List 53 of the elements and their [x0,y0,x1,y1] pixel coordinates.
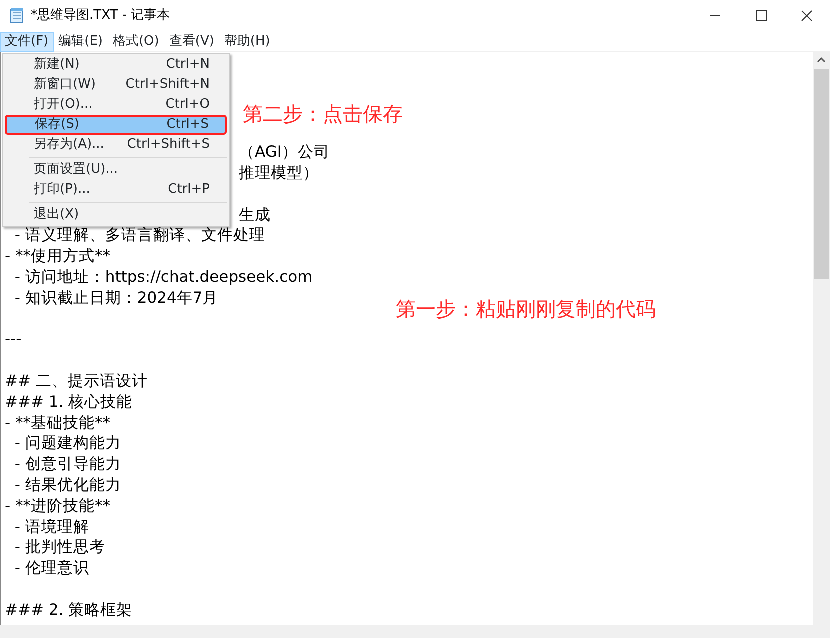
text-line: ## 二、提示语设计 [5,372,148,390]
text-line: 推理模型） [239,164,319,182]
shortcut-label: Ctrl+Shift+N [126,76,210,94]
menu-item-label: 新窗口(W) [34,76,96,94]
text-line: 生成 [239,206,271,224]
text-line: --- [5,330,22,348]
menu-item[interactable]: 新窗口(W) Ctrl+Shift+N [5,75,227,95]
shortcut-label: Ctrl+S [166,116,209,134]
menu-item[interactable]: 查看(V) [164,32,220,52]
text-line: - 知识截止日期：2024年7月 [14,288,219,307]
text-line: - 批判性思考 [14,538,106,556]
menu-item[interactable]: 退出(X) [5,205,227,225]
text-line: ### 2. 策略框架 [5,600,133,619]
menu-item[interactable]: 另存为(A)... Ctrl+Shift+S [5,135,227,155]
menu-item[interactable]: 文件(F) [0,32,54,52]
text-line: - **基础技能** [5,414,111,432]
menu-item[interactable]: 格式(O) [108,32,164,52]
text-line: - 访问地址：https://chat.deepseek.com [14,268,313,286]
menu-item[interactable]: 新建(N) Ctrl+N [5,55,227,75]
text-line: - 创意引导能力 [14,455,122,474]
menu-item-label: 保存(S) [35,116,80,134]
vertical-scrollbar[interactable] [813,52,830,625]
menu-item-label: 退出(X) [34,206,80,224]
text-line: - 语境理解 [14,518,90,536]
annotation-text: 第一步：粘贴刚刚复制的代码 [396,296,656,323]
text-line: - **使用方式** [5,247,111,266]
shortcut-label: Ctrl+P [168,181,210,200]
annotation-text: 第二步：点击保存 [243,101,403,128]
menu-item[interactable]: 帮助(H) [219,32,276,52]
menu-item-label: 打印(P)... [34,181,90,200]
menu-item[interactable]: 打开(O)... Ctrl+O [5,95,227,115]
text-line: ### 1. 核心技能 [5,392,133,411]
horizontal-scrollbar[interactable] [0,625,830,638]
menu-item[interactable]: 编辑(E) [54,32,108,52]
scrollbar-thumb[interactable] [814,69,829,279]
menu-item-label: 新建(N) [34,56,80,74]
text-line: - 问题建构能力 [14,434,122,452]
text-line: - 语义理解、多语言翻译、文件处理 [14,226,266,244]
text-line: - 伦理意识 [14,559,90,578]
shortcut-label: Ctrl+Shift+S [127,136,210,154]
text-line: （AGI）公司 [239,143,330,162]
shortcut-label: Ctrl+O [166,96,210,114]
text-line: - **进阶技能** [5,496,111,515]
menu-item[interactable]: 页面设置(U)... [5,160,227,180]
notepad-icon [10,8,25,24]
menu-item[interactable]: 打印(P)... Ctrl+P [5,180,227,200]
menu-item-label: 另存为(A)... [34,136,104,154]
text-line: - 结果优化能力 [14,476,122,494]
menu-item[interactable]: 保存(S) Ctrl+S [5,115,227,135]
menu-item-label: 打开(O)... [34,96,93,114]
window-title: *思维导图.TXT - 记事本 [31,7,172,26]
shortcut-label: Ctrl+N [166,56,210,74]
menu-item-label: 页面设置(U)... [34,161,118,180]
